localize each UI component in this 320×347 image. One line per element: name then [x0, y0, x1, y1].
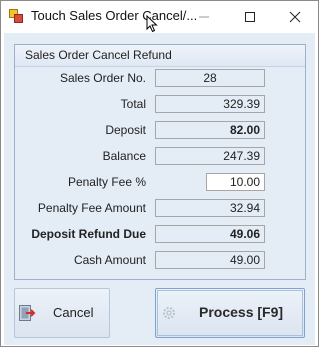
maximize-button[interactable] [227, 1, 273, 32]
cancel-button-label: Cancel [53, 305, 94, 320]
gear-icon [161, 305, 177, 324]
minimize-button[interactable] [181, 1, 227, 32]
deposit-refund-due-label: Deposit Refund Due [31, 227, 146, 241]
window-title: Touch Sales Order Cancel/... [31, 8, 198, 23]
dialog-body: Sales Order Cancel Refund Sales Order No… [4, 33, 315, 345]
groupbox-title: Sales Order Cancel Refund [25, 48, 172, 62]
sales-order-no-field: 28 [155, 69, 265, 87]
app-icon [9, 9, 23, 23]
process-button-label: Process [F9] [199, 304, 284, 320]
deposit-refund-due-field: 49.06 [155, 225, 265, 243]
deposit-label: Deposit [105, 123, 146, 137]
balance-field: 247.39 [155, 147, 265, 165]
exit-door-icon [18, 304, 36, 325]
deposit-field: 82.00 [155, 121, 265, 139]
penalty-fee-percent-label: Penalty Fee % [67, 175, 146, 189]
groupbox-header: Sales Order Cancel Refund [15, 45, 305, 67]
cancel-button[interactable]: Cancel [14, 288, 110, 338]
penalty-fee-amount-field: 32.94 [155, 199, 265, 217]
dialog-window: Touch Sales Order Cancel/... Sales Order… [0, 0, 319, 347]
maximize-icon [245, 11, 255, 22]
cash-amount-field: 49.00 [155, 251, 265, 269]
total-field: 329.39 [155, 95, 265, 113]
penalty-fee-percent-input[interactable]: 10.00 [206, 173, 265, 191]
total-label: Total [120, 97, 146, 111]
title-bar[interactable]: Touch Sales Order Cancel/... [1, 1, 318, 33]
penalty-fee-amount-label: Penalty Fee Amount [37, 201, 146, 215]
close-button[interactable] [272, 1, 318, 32]
sales-order-no-label: Sales Order No. [59, 71, 146, 85]
close-icon [289, 11, 301, 22]
cash-amount-label: Cash Amount [73, 253, 146, 267]
process-button[interactable]: Process [F9] [155, 288, 305, 338]
refund-groupbox: Sales Order Cancel Refund Sales Order No… [14, 44, 306, 280]
balance-label: Balance [102, 149, 146, 163]
minimize-icon [199, 16, 209, 17]
